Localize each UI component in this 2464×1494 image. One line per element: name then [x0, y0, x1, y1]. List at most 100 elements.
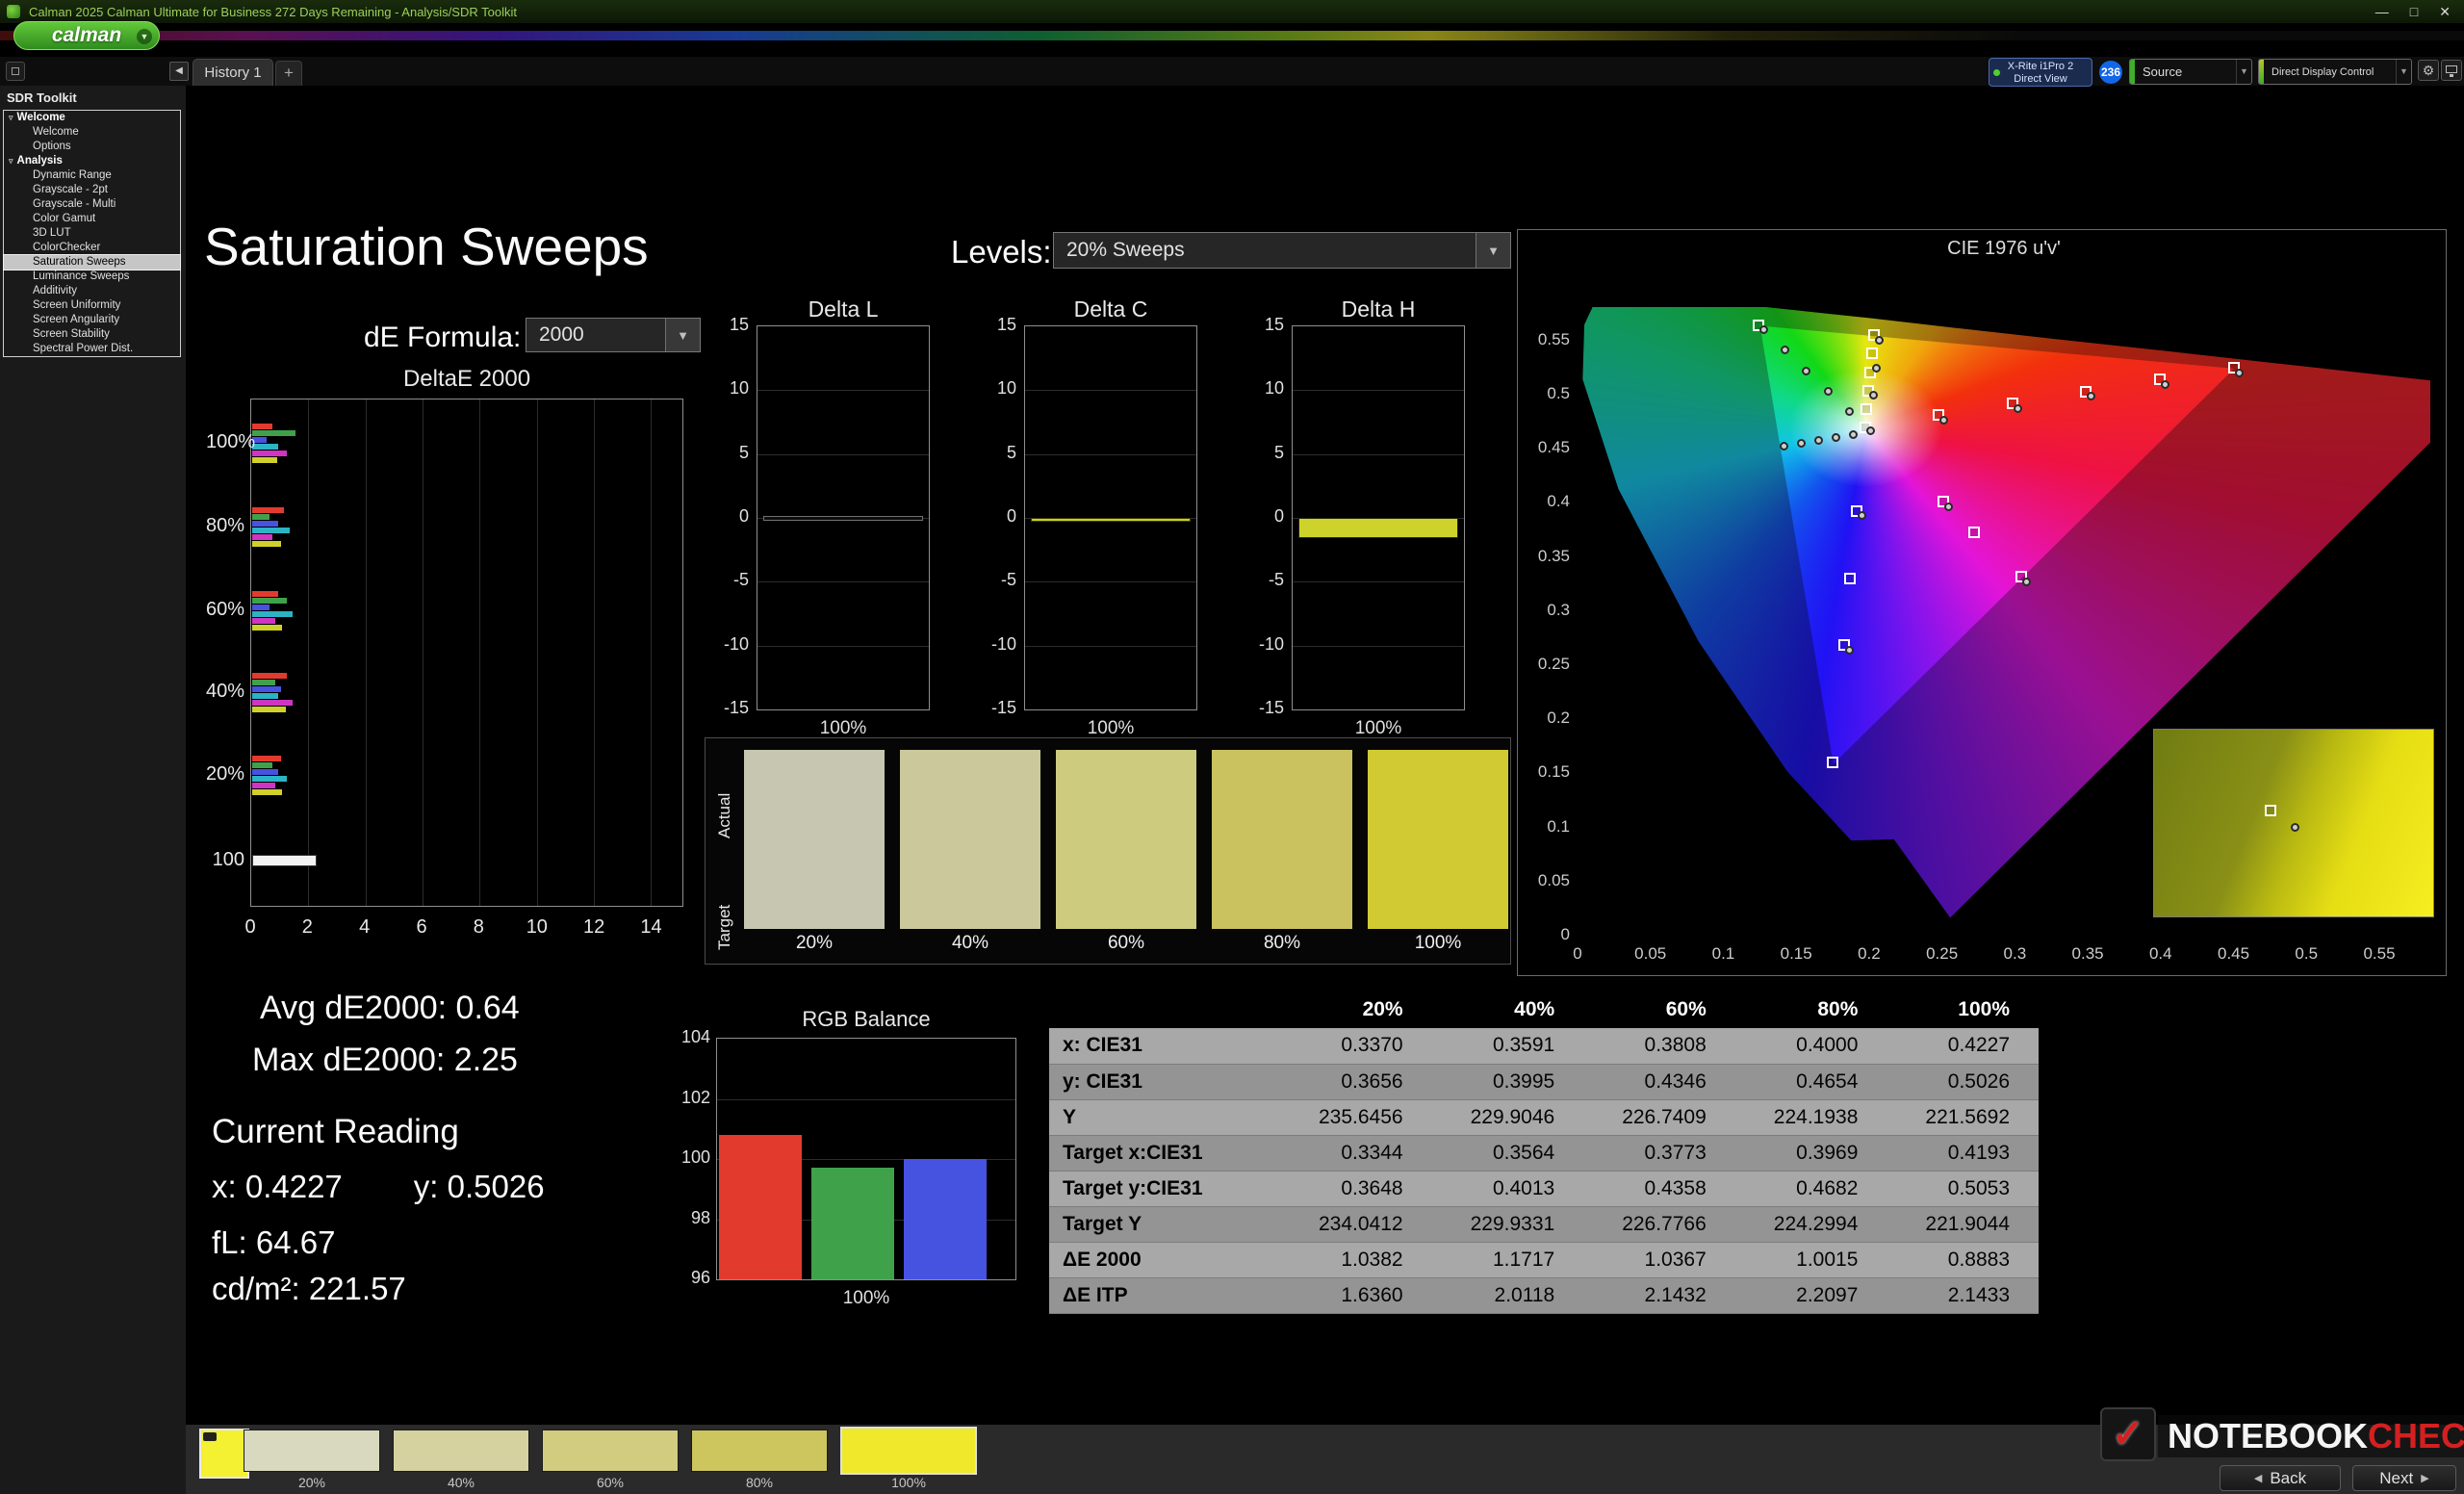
close-button[interactable]: ✕ — [2439, 4, 2451, 20]
tab-history-1[interactable]: History 1 — [192, 59, 273, 86]
gridline — [1293, 454, 1464, 455]
settings-gear-icon[interactable]: ⚙ — [2418, 60, 2439, 81]
target-marker-magenta — [1968, 527, 1980, 538]
sidebar-item-label: Options — [33, 140, 71, 154]
chevron-down-icon: ▼ — [137, 29, 152, 44]
sidebar-item-dynamic-range[interactable]: Dynamic Range — [4, 168, 180, 183]
axis-tick-label: 10 — [526, 916, 546, 939]
thumbnail-40[interactable] — [393, 1430, 529, 1472]
table-cell: 221.5692 — [1886, 1099, 2039, 1135]
source-dropdown[interactable]: Source ▼ — [2129, 59, 2252, 85]
deltae-2000-chart: DeltaE 2000 02468101214100%80%60%40%20%1… — [206, 364, 687, 953]
meter-status-icon — [1993, 69, 2000, 76]
table-cell: 0.3591 — [1432, 1028, 1584, 1064]
levels-dropdown[interactable]: 20% Sweeps ▼ — [1053, 232, 1511, 269]
axis-tick-label: 2 — [297, 916, 317, 939]
table-cell: 1.0367 — [1583, 1242, 1735, 1277]
chevron-down-icon: ▼ — [1476, 233, 1510, 268]
table-cell: 0.4358 — [1583, 1171, 1735, 1206]
sidebar-item-spectral-power-dist[interactable]: Spectral Power Dist. — [4, 342, 180, 356]
de-bar-green — [252, 680, 275, 685]
thumbnail-60[interactable] — [542, 1430, 679, 1472]
axis-tick-label: 40% — [206, 681, 244, 703]
table-row: x: CIE310.33700.35910.38080.40000.4227 — [1049, 1028, 2039, 1064]
de-bar-cyan — [252, 444, 278, 450]
chevron-left-icon: ◀ — [2254, 1472, 2262, 1484]
meter-name: X-Rite i1Pro 2 — [1989, 61, 2092, 73]
reading-count-badge[interactable]: 236 — [2099, 61, 2122, 84]
sidebar-item-grayscale-2pt[interactable]: Grayscale - 2pt — [4, 183, 180, 197]
table-cell: 0.3969 — [1735, 1135, 1887, 1171]
next-button[interactable]: Next ▶ — [2352, 1465, 2456, 1491]
gridline — [1293, 646, 1464, 647]
sidebar-item-saturation-sweeps[interactable]: Saturation Sweeps — [4, 255, 180, 270]
axis-tick-label: 0.3 — [1995, 944, 2034, 964]
sidebar-item-screen-stability[interactable]: Screen Stability — [4, 327, 180, 342]
table-cell: 0.3773 — [1583, 1135, 1735, 1171]
axis-tick-label: 0.35 — [2068, 944, 2107, 964]
sidebar-item-colorchecker[interactable]: ColorChecker — [4, 241, 180, 255]
display-icon[interactable] — [2441, 60, 2462, 81]
axis-tick-label: 10 — [980, 378, 1016, 399]
patch-mini-icon — [203, 1432, 217, 1441]
minimize-button[interactable]: — — [2375, 4, 2389, 20]
de-bar-yellow — [252, 789, 282, 795]
de-bar-green — [252, 762, 272, 768]
axis-tick-label: 15 — [712, 315, 749, 335]
sidebar-item-options[interactable]: Options — [4, 140, 180, 154]
sidebar-item-additivity[interactable]: Additivity — [4, 284, 180, 298]
gridline — [366, 399, 367, 906]
sidebar-item-luminance-sweeps[interactable]: Luminance Sweeps — [4, 270, 180, 284]
axis-tick-label: 0 — [1526, 925, 1570, 944]
de-bar-green — [252, 430, 295, 436]
gridline — [594, 399, 595, 906]
chart-title: CIE 1976 u'v' — [1578, 238, 2430, 260]
add-tab-button[interactable]: + — [275, 61, 302, 86]
axis-tick-label: -10 — [980, 634, 1016, 655]
calman-menu-button[interactable]: calman ▼ — [13, 21, 160, 50]
selected-patch-thumbnail[interactable] — [199, 1429, 249, 1479]
table-cell: 221.9044 — [1886, 1206, 2039, 1242]
thumbnail-100[interactable] — [840, 1427, 977, 1475]
de-bar-red — [252, 424, 272, 429]
thumbnail-20[interactable] — [244, 1430, 380, 1472]
sidebar-item-color-gamut[interactable]: Color Gamut — [4, 212, 180, 226]
workspace-icon[interactable] — [6, 62, 25, 81]
sidebar-item-3d-lut[interactable]: 3D LUT — [4, 226, 180, 241]
thumbnail-label: 20% — [244, 1475, 380, 1490]
back-button[interactable]: ◀ Back — [2220, 1465, 2341, 1491]
de-formula-dropdown[interactable]: 2000 ▼ — [526, 318, 701, 352]
de-bar-red — [252, 673, 287, 679]
target-label: Target — [715, 905, 734, 950]
thumbnail-label: 40% — [393, 1475, 529, 1490]
de-bar-white — [252, 855, 317, 866]
display-control-dropdown[interactable]: Direct Display Control ▼ — [2258, 59, 2412, 85]
table-cell: 229.9046 — [1432, 1099, 1584, 1135]
sidebar-item-welcome[interactable]: ▿Welcome — [4, 111, 180, 125]
de-bar-green — [252, 598, 287, 604]
sidebar-item-grayscale-multi[interactable]: Grayscale - Multi — [4, 197, 180, 212]
de-bar-magenta — [252, 534, 272, 540]
results-table: 20%40%60%80%100%x: CIE310.33700.35910.38… — [1049, 992, 2039, 1314]
sidebar-item-screen-angularity[interactable]: Screen Angularity — [4, 313, 180, 327]
rgb-bar-red — [719, 1135, 802, 1279]
meter-connection-button[interactable]: X-Rite i1Pro 2 Direct View — [1989, 58, 2092, 87]
sidebar-collapse-button[interactable]: ◀ — [169, 62, 189, 81]
chevron-down-icon: ▼ — [665, 319, 700, 351]
table-cell: 235.6456 — [1280, 1099, 1432, 1135]
de-bar-red — [252, 591, 278, 597]
table-row-label: Y — [1049, 1099, 1280, 1135]
table-row: Y235.6456229.9046226.7409224.1938221.569… — [1049, 1099, 2039, 1135]
thumbnail-label: 80% — [691, 1475, 828, 1490]
maximize-button[interactable]: □ — [2410, 4, 2418, 20]
delta-h-plot — [1292, 325, 1465, 710]
table-col-header: 20% — [1280, 992, 1432, 1028]
sidebar-item-analysis[interactable]: ▿Analysis — [4, 154, 180, 168]
sidebar-item-screen-uniformity[interactable]: Screen Uniformity — [4, 298, 180, 313]
cie-zoom-inset — [2153, 729, 2434, 917]
sidebar-item-welcome[interactable]: Welcome — [4, 125, 180, 140]
de-bar-green — [252, 514, 270, 520]
axis-tick-label: -5 — [1247, 570, 1284, 590]
axis-label: 100% — [1292, 718, 1465, 739]
thumbnail-80[interactable] — [691, 1430, 828, 1472]
